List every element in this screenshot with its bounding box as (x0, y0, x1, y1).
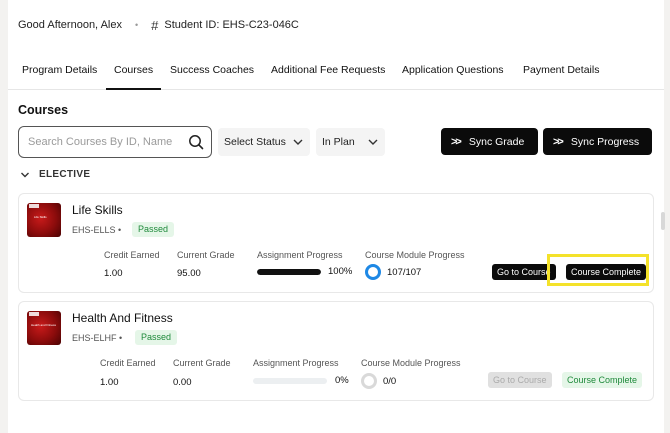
tab-payment-details[interactable]: Payment Details (523, 50, 599, 90)
group-label: ELECTIVE (39, 169, 91, 180)
thumbnail-caption: Health and Fitness (31, 323, 57, 327)
course-thumbnail: Life Skills (27, 203, 61, 237)
assignment-progress-bar (257, 269, 321, 275)
current-grade-value: 95.00 (177, 268, 201, 279)
thumbnail-logo (29, 204, 39, 208)
current-grade-value: 0.00 (173, 377, 192, 388)
module-progress-value: 0/0 (383, 376, 397, 387)
sync-grade-button[interactable]: >> Sync Grade (441, 128, 538, 155)
sync-grade-label: Sync Grade (468, 135, 525, 148)
status-badge: Passed (132, 222, 175, 237)
status-select-value: Select Status (224, 136, 286, 148)
chevron-down-icon (21, 172, 29, 177)
current-grade-label: Current Grade (173, 358, 231, 368)
assignment-progress-value: 0% (335, 375, 349, 386)
content-panel: Good Afternoon, Alex • # Student ID: EHS… (8, 0, 665, 433)
sync-progress-label: Sync Progress (570, 135, 640, 148)
credit-earned-value: 1.00 (104, 268, 123, 279)
course-tabs: Program Details Courses Success Coaches … (8, 50, 664, 90)
thumbnail-caption: Life Skills (34, 215, 47, 219)
scrollbar-thumb[interactable] (661, 212, 665, 230)
assignment-progress-label: Assignment Progress (257, 250, 343, 260)
course-card: Health and Fitness Health And Fitness EH… (18, 301, 654, 401)
assignment-progress-value: 100% (328, 266, 353, 277)
elective-group-toggle[interactable]: ELECTIVE (20, 169, 90, 180)
double-chevron-right-icon: >> (451, 135, 462, 148)
current-grade-label: Current Grade (177, 250, 235, 260)
double-chevron-right-icon: >> (553, 135, 564, 148)
module-progress-ring (361, 373, 377, 389)
module-progress-label: Course Module Progress (361, 358, 461, 368)
search-box (18, 126, 212, 158)
hash-icon: # (151, 17, 159, 33)
chevron-down-icon (368, 139, 378, 145)
plan-select[interactable]: In Plan (316, 128, 385, 156)
course-code: EHS-ELHF • (72, 333, 123, 343)
student-id-text: Student ID: EHS-C23-046C (164, 19, 299, 31)
sync-progress-button[interactable]: >> Sync Progress (543, 128, 652, 155)
assignment-progress-fill (257, 269, 321, 275)
module-progress-value: 107/107 (387, 267, 422, 278)
credit-earned-value: 1.00 (100, 377, 119, 388)
tab-application-questions[interactable]: Application Questions (402, 50, 504, 90)
module-progress-label: Course Module Progress (365, 250, 465, 260)
header-separator: • (134, 20, 139, 30)
course-thumbnail: Health and Fitness (27, 311, 61, 345)
tab-success-coaches[interactable]: Success Coaches (170, 50, 254, 90)
assignment-progress-bar (253, 378, 327, 384)
credit-earned-label: Credit Earned (104, 250, 160, 260)
tab-courses[interactable]: Courses (106, 50, 162, 90)
chevron-down-icon (293, 139, 303, 145)
credit-earned-label: Credit Earned (100, 358, 156, 368)
page-header: Good Afternoon, Alex • # Student ID: EHS… (18, 16, 299, 34)
tab-additional-fee-requests[interactable]: Additional Fee Requests (271, 50, 385, 90)
module-progress-ring (365, 264, 381, 280)
go-to-course-button[interactable]: Go to Course (492, 264, 556, 280)
highlight-box (547, 254, 649, 286)
course-code: EHS-ELLS • (72, 225, 122, 235)
course-name: Life Skills (72, 203, 123, 217)
search-icon[interactable] (188, 134, 204, 150)
assignment-progress-label: Assignment Progress (253, 358, 339, 368)
tab-program-details[interactable]: Program Details (22, 50, 97, 90)
greeting-text: Good Afternoon, Alex (18, 19, 122, 31)
course-complete-button[interactable]: Course Complete (562, 372, 643, 388)
go-to-course-button[interactable]: Go to Course (488, 372, 552, 388)
course-name: Health And Fitness (72, 311, 173, 325)
plan-select-value: In Plan (322, 136, 355, 148)
section-title: Courses (18, 103, 69, 117)
thumbnail-logo (29, 312, 39, 316)
status-badge: Passed (135, 330, 178, 345)
search-input[interactable] (28, 136, 188, 148)
status-select[interactable]: Select Status (218, 128, 310, 156)
